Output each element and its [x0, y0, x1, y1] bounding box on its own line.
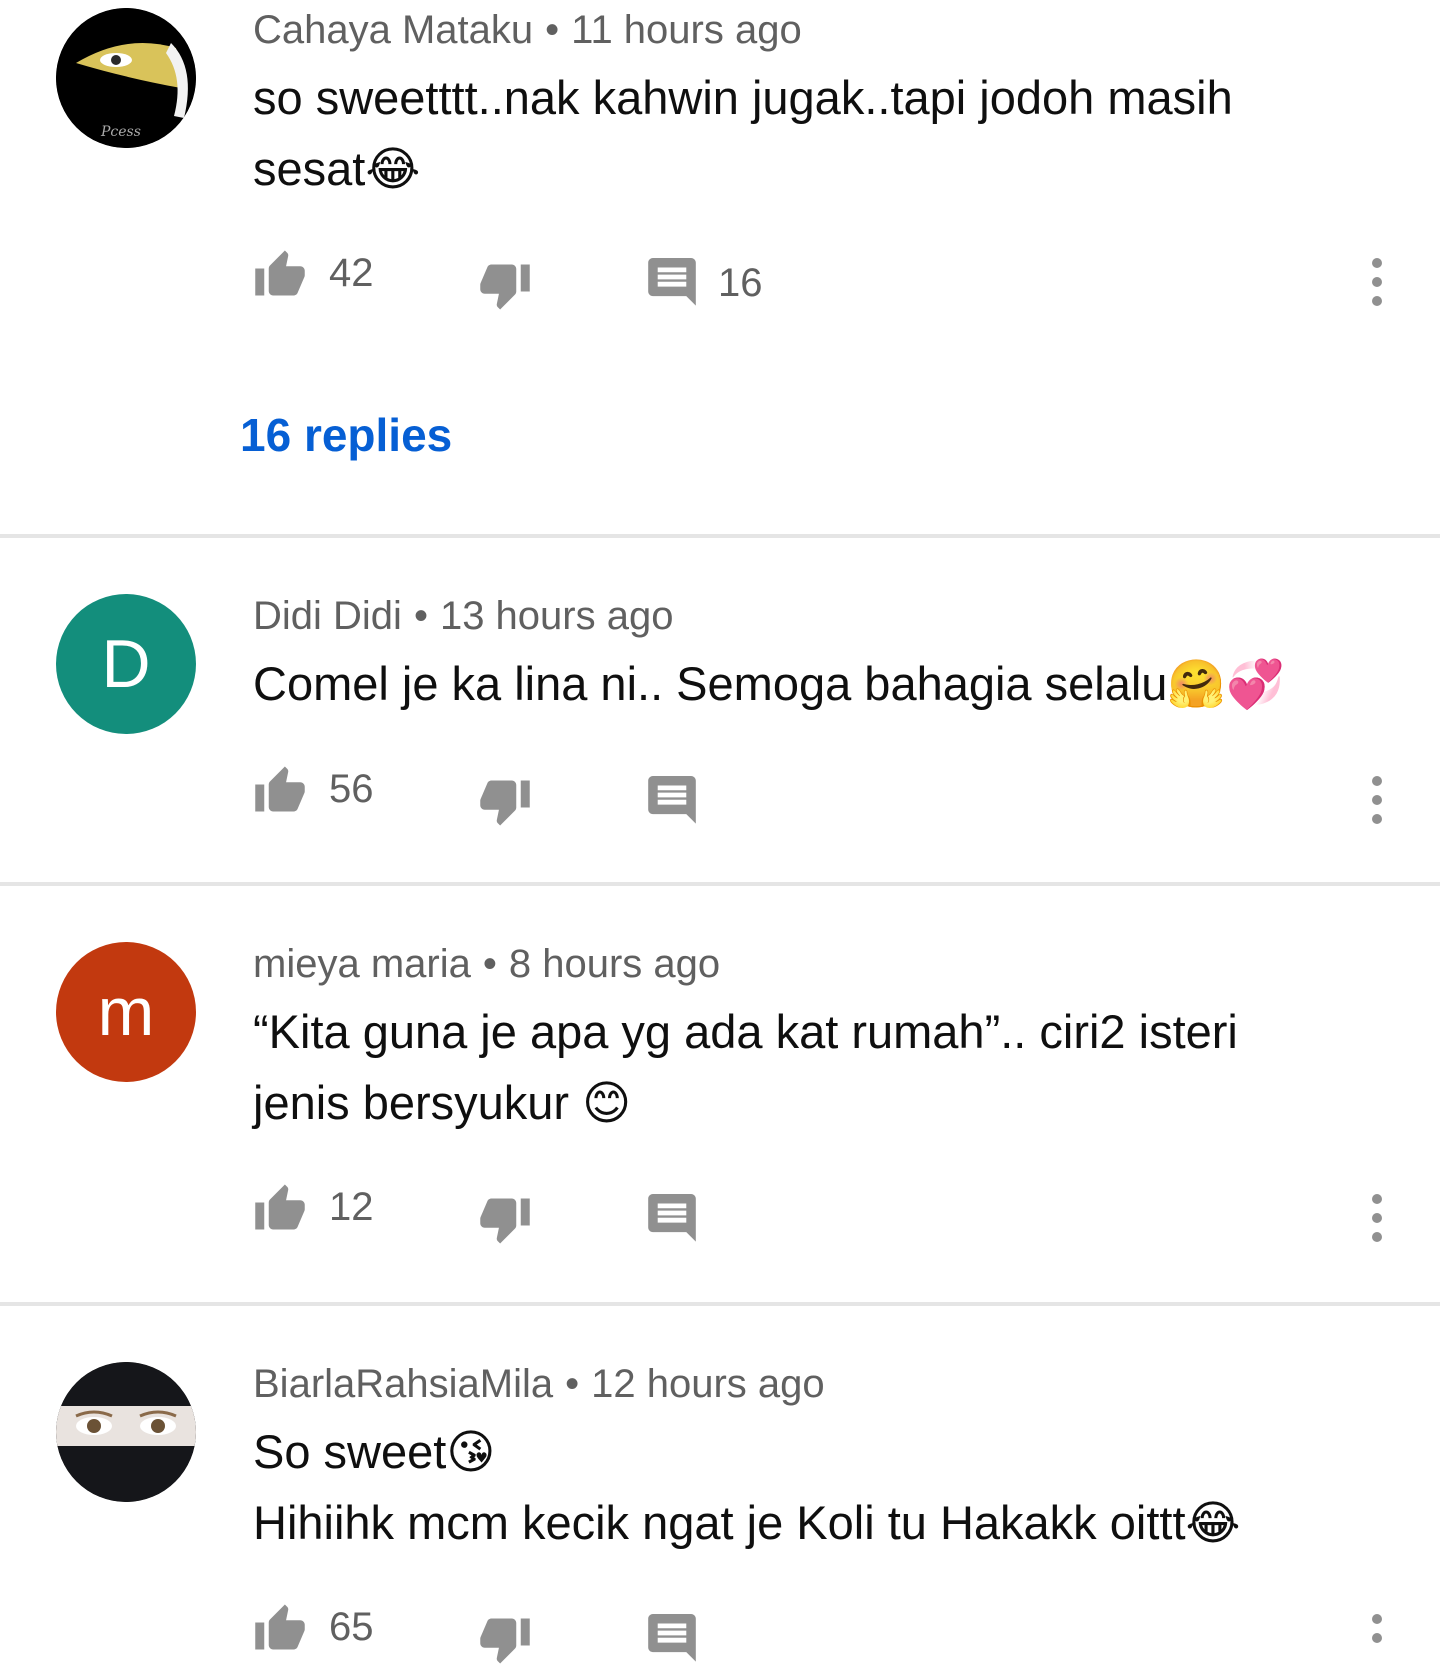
- avatar[interactable]: [56, 1362, 196, 1502]
- thumbs-up-icon: [255, 766, 305, 812]
- comment-icon: [648, 258, 696, 306]
- author-name[interactable]: mieya maria: [253, 942, 471, 986]
- avatar-letter: D: [101, 626, 151, 702]
- comment-line: “Kita guna je apa yg ada kat rumah”.. ci…: [253, 1005, 1238, 1058]
- comment-line: jenis bersyukur 😊: [253, 1076, 632, 1129]
- author-name[interactable]: BiarlaRahsiaMila: [253, 1362, 553, 1406]
- avatar[interactable]: Pcess: [56, 8, 196, 148]
- more-options-icon[interactable]: [1363, 1612, 1391, 1646]
- divider: [0, 534, 1440, 538]
- like-count: 42: [329, 250, 374, 295]
- thumbs-down-icon: [480, 780, 530, 826]
- more-options-icon[interactable]: [1363, 256, 1391, 308]
- like-count: 65: [329, 1604, 374, 1649]
- comment-meta: mieya maria • 8 hours ago: [253, 942, 720, 987]
- comment-text: So sweet😘 Hihiihk mcm kecik ngat je Koli…: [253, 1416, 1363, 1558]
- thumbs-down-icon: [480, 1198, 530, 1244]
- svg-text:Pcess: Pcess: [100, 124, 141, 140]
- reply-button[interactable]: [648, 776, 696, 826]
- meta-separator: •: [482, 942, 497, 986]
- author-name[interactable]: Didi Didi: [253, 594, 402, 638]
- comment-meta: Didi Didi • 13 hours ago: [253, 594, 673, 639]
- comment-text: so sweetttt..nak kahwin jugak..tapi jodo…: [253, 62, 1363, 204]
- thumbs-down-icon: [480, 264, 530, 310]
- comment-icon: [648, 1614, 696, 1662]
- reply-count: 16: [718, 260, 763, 305]
- comment-line: So sweet😘: [253, 1425, 496, 1478]
- dislike-button[interactable]: [478, 262, 532, 312]
- reply-button[interactable]: [648, 1614, 696, 1664]
- veiled-face-icon: Pcess: [56, 8, 196, 148]
- comment-time: 13 hours ago: [439, 594, 674, 638]
- thumbs-up-icon: [255, 1184, 305, 1230]
- thumbs-up-icon: [255, 1604, 305, 1650]
- comment-meta: BiarlaRahsiaMila • 12 hours ago: [253, 1362, 825, 1407]
- more-options-icon[interactable]: [1363, 1192, 1391, 1244]
- comment-meta: Cahaya Mataku • 11 hours ago: [253, 8, 802, 53]
- comment-time: 11 hours ago: [571, 8, 802, 52]
- reply-button[interactable]: 16: [648, 258, 763, 308]
- veiled-face-icon: [56, 1362, 196, 1502]
- comment-text: “Kita guna je apa yg ada kat rumah”.. ci…: [253, 996, 1363, 1138]
- comment-time: 8 hours ago: [508, 942, 721, 986]
- more-options-icon[interactable]: [1363, 774, 1391, 826]
- like-button[interactable]: 65: [253, 1602, 374, 1652]
- reply-button[interactable]: [648, 1194, 696, 1244]
- avatar[interactable]: m: [56, 942, 196, 1082]
- dislike-button[interactable]: [478, 778, 532, 828]
- divider: [0, 1302, 1440, 1306]
- dislike-button[interactable]: [478, 1616, 532, 1666]
- avatar-letter: m: [97, 974, 155, 1050]
- like-count: 12: [329, 1184, 374, 1229]
- view-replies-link[interactable]: 16 replies: [240, 408, 452, 462]
- like-button[interactable]: 12: [253, 1182, 374, 1232]
- comment-icon: [648, 776, 696, 824]
- dislike-button[interactable]: [478, 1196, 532, 1246]
- thumbs-down-icon: [480, 1618, 530, 1664]
- avatar[interactable]: D: [56, 594, 196, 734]
- meta-separator: •: [545, 8, 560, 52]
- divider: [0, 882, 1440, 886]
- comment-time: 12 hours ago: [591, 1362, 825, 1406]
- meta-separator: •: [413, 594, 428, 638]
- meta-separator: •: [565, 1362, 580, 1406]
- comment-line: so sweetttt..nak kahwin jugak..tapi jodo…: [253, 71, 1233, 124]
- comment-text: Comel je ka lina ni.. Semoga bahagia sel…: [253, 648, 1363, 719]
- author-name[interactable]: Cahaya Mataku: [253, 8, 533, 52]
- like-button[interactable]: 42: [253, 248, 374, 298]
- comment-line: Comel je ka lina ni.. Semoga bahagia sel…: [253, 657, 1285, 710]
- comment-line: Hihiihk mcm kecik ngat je Koli tu Hakakk…: [253, 1496, 1241, 1549]
- like-count: 56: [329, 766, 374, 811]
- comment-line: sesat😂: [253, 142, 421, 195]
- like-button[interactable]: 56: [253, 764, 374, 814]
- comment-icon: [648, 1194, 696, 1242]
- thumbs-up-icon: [255, 250, 305, 296]
